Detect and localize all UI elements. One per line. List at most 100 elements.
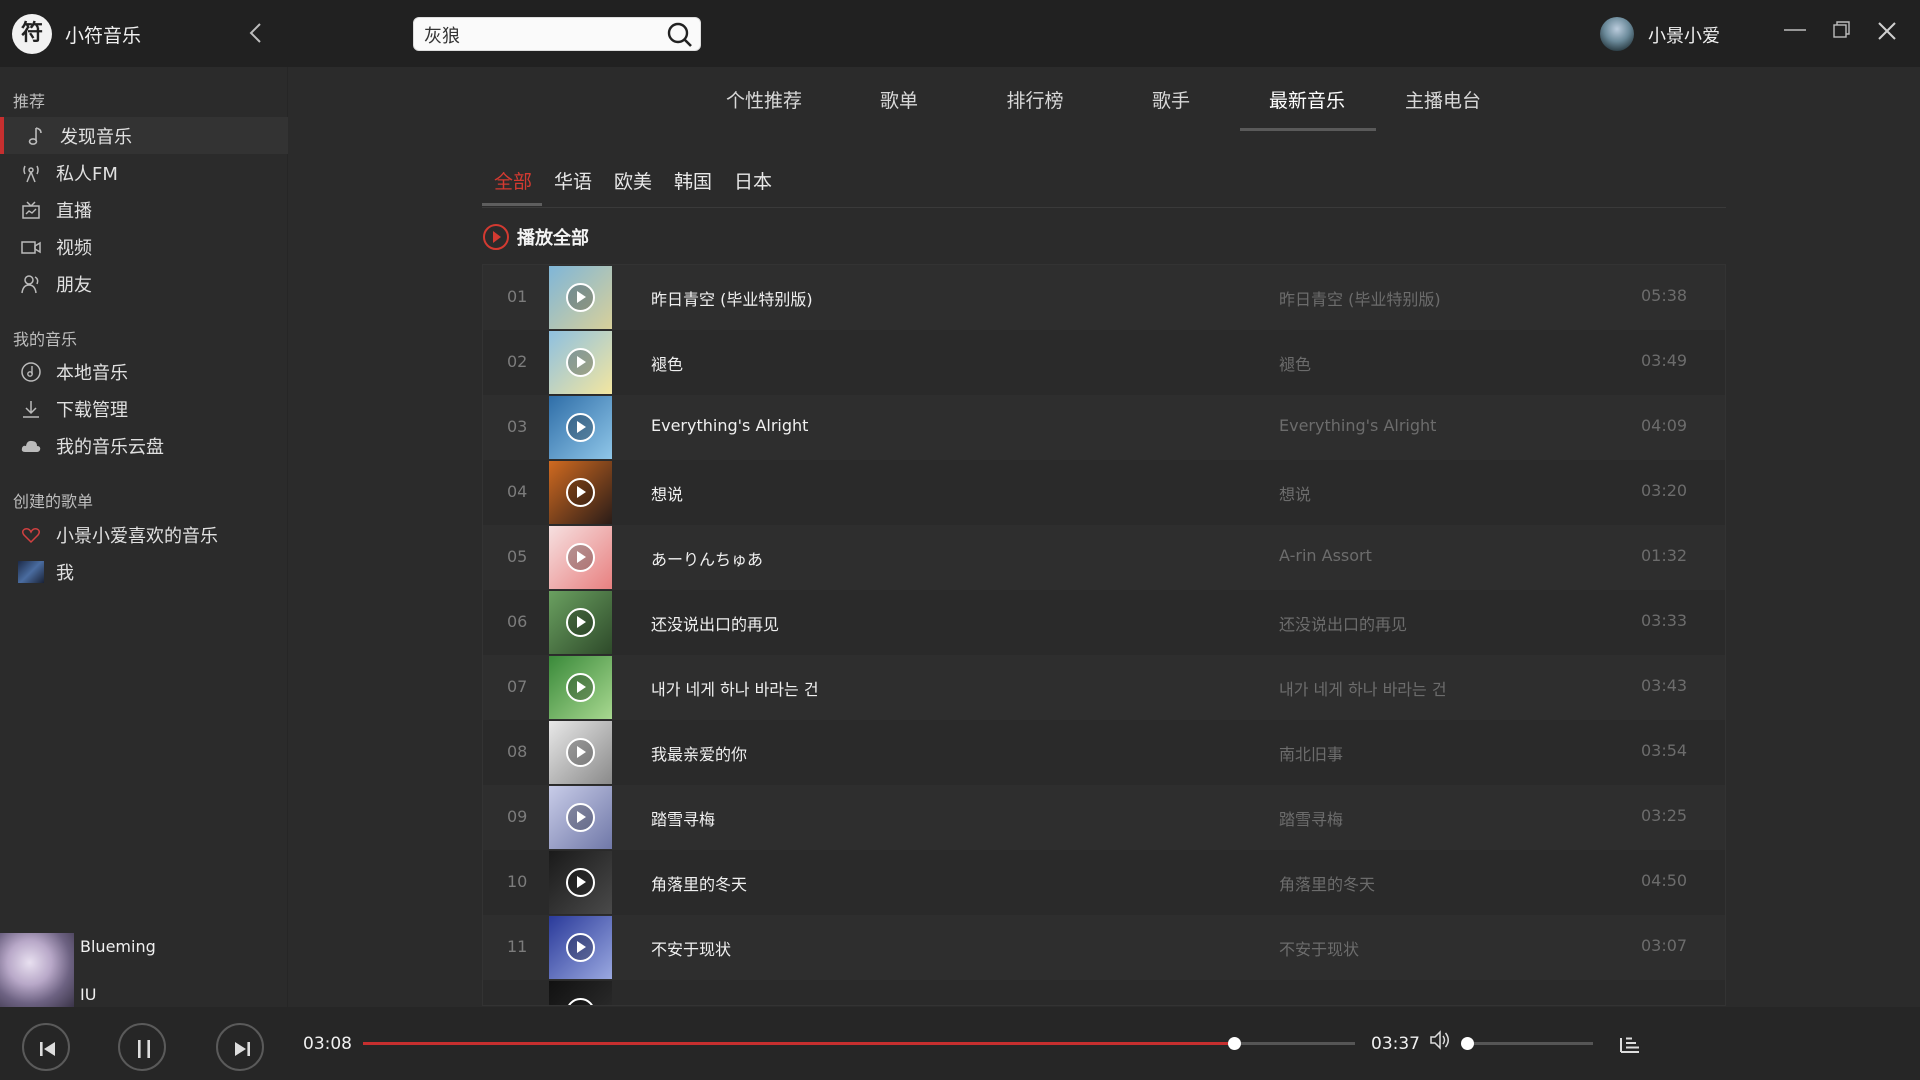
play-icon[interactable] (566, 738, 595, 767)
sidebar-item-downloads[interactable]: 下载管理 (0, 390, 288, 427)
tab-charts[interactable]: 排行榜 (968, 86, 1102, 113)
song-cover[interactable] (549, 331, 612, 394)
subtab-western[interactable]: 欧美 (614, 167, 652, 194)
song-title[interactable]: 褪色 (651, 351, 683, 375)
tab-personal-recommend[interactable]: 个性推荐 (697, 86, 831, 113)
next-button[interactable] (216, 1023, 264, 1071)
search-box[interactable] (413, 17, 701, 51)
sidebar-item-local-music[interactable]: 本地音乐 (0, 353, 288, 390)
song-album[interactable]: 내가 네게 하나 바라는 건 (1279, 676, 1447, 700)
song-album[interactable]: A-rin Assort (1279, 546, 1372, 565)
song-cover[interactable] (549, 786, 612, 849)
song-album[interactable]: 南北旧事 (1279, 741, 1343, 765)
song-row[interactable]: 01 昨日青空 (毕业特别版) 昨日青空 (毕业特别版) 05:38 (483, 265, 1725, 330)
volume-button[interactable] (1428, 1028, 1452, 1052)
song-album[interactable]: 还没说出口的再见 (1279, 611, 1407, 635)
play-icon[interactable] (566, 803, 595, 832)
now-playing-artist[interactable]: IU (80, 985, 96, 1004)
play-icon[interactable] (566, 413, 595, 442)
tab-artists[interactable]: 歌手 (1104, 86, 1238, 113)
progress-bar[interactable] (363, 1037, 1355, 1050)
song-cover[interactable] (549, 916, 612, 979)
search-button[interactable] (666, 21, 694, 49)
song-album[interactable]: 踏雪寻梅 (1279, 806, 1343, 830)
sidebar-item-playlist-me[interactable]: 我 (0, 553, 288, 590)
playlist-button[interactable] (1618, 1032, 1642, 1056)
search-input[interactable] (424, 23, 654, 47)
song-title[interactable]: 角落里的冬天 (651, 871, 747, 895)
song-row[interactable] (483, 980, 1725, 1005)
song-cover[interactable] (549, 266, 612, 329)
song-row[interactable]: 02 褪色 褪色 03:49 (483, 330, 1725, 395)
song-album[interactable]: 想说 (1279, 481, 1311, 505)
song-title[interactable]: 不安于现状 (651, 936, 731, 960)
song-row[interactable]: 07 내가 네게 하나 바라는 건 내가 네게 하나 바라는 건 03:43 (483, 655, 1725, 720)
song-list[interactable]: 01 昨日青空 (毕业特别版) 昨日青空 (毕业特别版) 05:38 02 褪色 褪色 03:… (482, 264, 1726, 1006)
subtab-korean[interactable]: 韩国 (674, 167, 712, 194)
song-cover[interactable] (549, 851, 612, 914)
song-row[interactable]: 05 あーりんちゅあ A-rin Assort 01:32 (483, 525, 1725, 590)
song-cover[interactable] (549, 461, 612, 524)
song-title[interactable]: 昨日青空 (毕业特别版) (651, 286, 813, 310)
tab-new-music[interactable]: 最新音乐 (1240, 86, 1374, 113)
maximize-button[interactable] (1827, 16, 1857, 46)
tab-radio[interactable]: 主播电台 (1376, 86, 1510, 113)
progress-handle[interactable] (1227, 1037, 1241, 1050)
play-icon[interactable] (566, 478, 595, 507)
song-title[interactable]: 想说 (651, 481, 683, 505)
tab-playlists[interactable]: 歌单 (832, 86, 966, 113)
play-icon[interactable] (566, 933, 595, 962)
song-cover[interactable] (549, 656, 612, 719)
play-icon[interactable] (566, 543, 595, 572)
song-row[interactable]: 06 还没说出口的再见 还没说出口的再见 03:33 (483, 590, 1725, 655)
song-row[interactable]: 04 想说 想说 03:20 (483, 460, 1725, 525)
play-icon[interactable] (566, 998, 595, 1005)
previous-button[interactable] (22, 1023, 70, 1071)
now-playing-title[interactable]: Blueming (80, 937, 156, 956)
close-button[interactable] (1872, 16, 1902, 46)
song-title[interactable]: Everything's Alright (651, 416, 808, 435)
song-cover[interactable] (549, 526, 612, 589)
pause-button[interactable] (118, 1023, 166, 1071)
subtab-japanese[interactable]: 日本 (734, 167, 772, 194)
song-album[interactable]: 角落里的冬天 (1279, 871, 1375, 895)
play-icon[interactable] (566, 348, 595, 377)
subtab-chinese[interactable]: 华语 (554, 167, 592, 194)
song-title[interactable]: 내가 네게 하나 바라는 건 (651, 676, 819, 700)
avatar[interactable] (1600, 17, 1634, 51)
song-row[interactable]: 09 踏雪寻梅 踏雪寻梅 03:25 (483, 785, 1725, 850)
song-title[interactable]: 还没说出口的再见 (651, 611, 779, 635)
sidebar-item-discover[interactable]: 发现音乐 (0, 117, 288, 154)
song-album[interactable]: 昨日青空 (毕业特别版) (1279, 286, 1441, 310)
play-icon[interactable] (566, 868, 595, 897)
play-icon[interactable] (566, 608, 595, 637)
play-icon[interactable] (566, 283, 595, 312)
sidebar-item-live[interactable]: 直播 (0, 191, 288, 228)
song-row[interactable]: 08 我最亲爱的你 南北旧事 03:54 (483, 720, 1725, 785)
song-cover[interactable] (549, 981, 612, 1005)
song-cover[interactable] (549, 721, 612, 784)
app-logo[interactable]: 符 (12, 14, 52, 54)
song-row[interactable]: 11 不安于现状 不安于现状 03:07 (483, 915, 1725, 980)
song-cover[interactable] (549, 396, 612, 459)
volume-slider[interactable] (1461, 1037, 1593, 1050)
play-all-button[interactable]: 播放全部 (483, 223, 589, 251)
sidebar-item-fm[interactable]: 私人FM (0, 154, 288, 191)
song-album[interactable]: 褪色 (1279, 351, 1311, 375)
song-title[interactable]: あーりんちゅあ (651, 546, 763, 570)
song-album[interactable]: 不安于现状 (1279, 936, 1359, 960)
sidebar-item-video[interactable]: 视频 (0, 228, 288, 265)
username[interactable]: 小景小爱 (1648, 22, 1720, 48)
minimize-button[interactable] (1780, 16, 1810, 46)
song-cover[interactable] (549, 591, 612, 654)
sidebar-item-liked[interactable]: 小景小爱喜欢的音乐 (0, 516, 288, 553)
song-row[interactable]: 03 Everything's Alright Everything's Alrig… (483, 395, 1725, 460)
sidebar-item-friends[interactable]: 朋友 (0, 265, 288, 302)
now-playing-cover[interactable] (0, 933, 74, 1007)
song-album[interactable]: Everything's Alright (1279, 416, 1436, 435)
song-title[interactable]: 我最亲爱的你 (651, 741, 747, 765)
volume-handle[interactable] (1461, 1037, 1474, 1050)
back-button[interactable] (243, 20, 269, 46)
sidebar-item-cloud[interactable]: 我的音乐云盘 (0, 427, 288, 464)
song-row[interactable]: 10 角落里的冬天 角落里的冬天 04:50 (483, 850, 1725, 915)
